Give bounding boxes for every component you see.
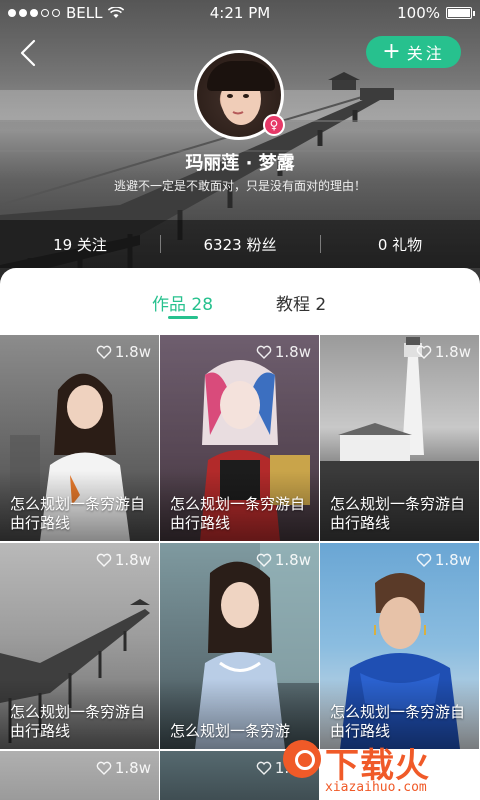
stat-followers[interactable]: 6323 粉丝 <box>160 220 320 268</box>
work-card[interactable]: 1.8w 怎么规划一条穷游自由行路线 <box>0 543 159 749</box>
user-bio: 逃避不一定是不敢面对，只是没有面对的理由！ <box>113 179 366 193</box>
content-tabs: 作品 28 教程 2 <box>0 268 480 334</box>
profile-stats: 19 关注 6323 粉丝 0 礼物 <box>0 220 480 268</box>
heart-outline-icon <box>256 553 272 567</box>
like-count: 1.8w <box>96 343 151 361</box>
female-icon: ♀ <box>263 114 285 136</box>
heart-outline-icon <box>416 553 432 567</box>
status-bar: BELL 4:21 PM 100% <box>0 0 480 26</box>
watermark: 下载火 xiazaihuo.com <box>281 736 480 800</box>
battery-icon <box>446 7 475 19</box>
heart-outline-icon <box>416 345 432 359</box>
like-count: 1.8w <box>96 551 151 569</box>
work-card[interactable]: 1.8w 怎么规划一条穷游自由行路线 <box>320 335 479 541</box>
tab-indicator <box>168 316 198 319</box>
tab-works[interactable]: 作品 28 <box>152 290 213 315</box>
battery-percent: 100% <box>397 4 440 22</box>
like-count: 1.8w <box>96 759 151 777</box>
heart-outline-icon <box>256 345 272 359</box>
card-caption: 怎么规划一条穷游自由行路线 <box>10 495 146 532</box>
plus-icon: + <box>382 39 401 64</box>
card-caption: 怎么规划一条穷游自由行路线 <box>330 495 466 532</box>
like-count: 1.8w <box>416 551 471 569</box>
stat-following[interactable]: 19 关注 <box>0 220 160 268</box>
fire-logo-icon <box>283 740 321 778</box>
work-card[interactable]: 1.8w <box>0 751 159 800</box>
back-button[interactable] <box>14 36 44 70</box>
content-panel: 作品 28 教程 2 1.8w 怎么规划一条穷游自由行路线 1.8w 怎么规划一… <box>0 268 480 800</box>
watermark-url: xiazaihuo.com <box>325 780 427 795</box>
follow-button[interactable]: + 关注 <box>366 36 461 68</box>
work-card[interactable]: 1.8w 怎么规划一条穷游自由行路线 <box>0 335 159 541</box>
card-caption: 怎么规划一条穷游自由行路线 <box>10 703 146 740</box>
chevron-left-icon <box>20 39 36 67</box>
follow-button-label: 关注 <box>406 44 445 63</box>
heart-outline-icon <box>96 345 112 359</box>
card-caption: 怎么规划一条穷游自由行路线 <box>170 495 306 532</box>
work-card[interactable]: 1.8w 怎么规划一条穷游 <box>160 543 319 749</box>
like-count: 1.8w <box>256 551 311 569</box>
tab-tutorials[interactable]: 教程 2 <box>276 290 326 315</box>
heart-outline-icon <box>96 553 112 567</box>
work-card[interactable]: 1.8w 怎么规划一条穷游自由行路线 <box>160 335 319 541</box>
like-count: 1.8w <box>416 343 471 361</box>
stat-gifts[interactable]: 0 礼物 <box>320 220 480 268</box>
user-name: 玛丽莲 · 梦露 <box>185 153 295 174</box>
work-card[interactable]: 1.8w 怎么规划一条穷游自由行路线 <box>320 543 479 749</box>
profile-header: BELL 4:21 PM 100% + 关注 ♀ 玛丽莲 · 梦露 逃避不一定是… <box>0 0 480 290</box>
heart-outline-icon <box>96 761 112 775</box>
heart-outline-icon <box>256 761 272 775</box>
like-count: 1.8w <box>256 343 311 361</box>
